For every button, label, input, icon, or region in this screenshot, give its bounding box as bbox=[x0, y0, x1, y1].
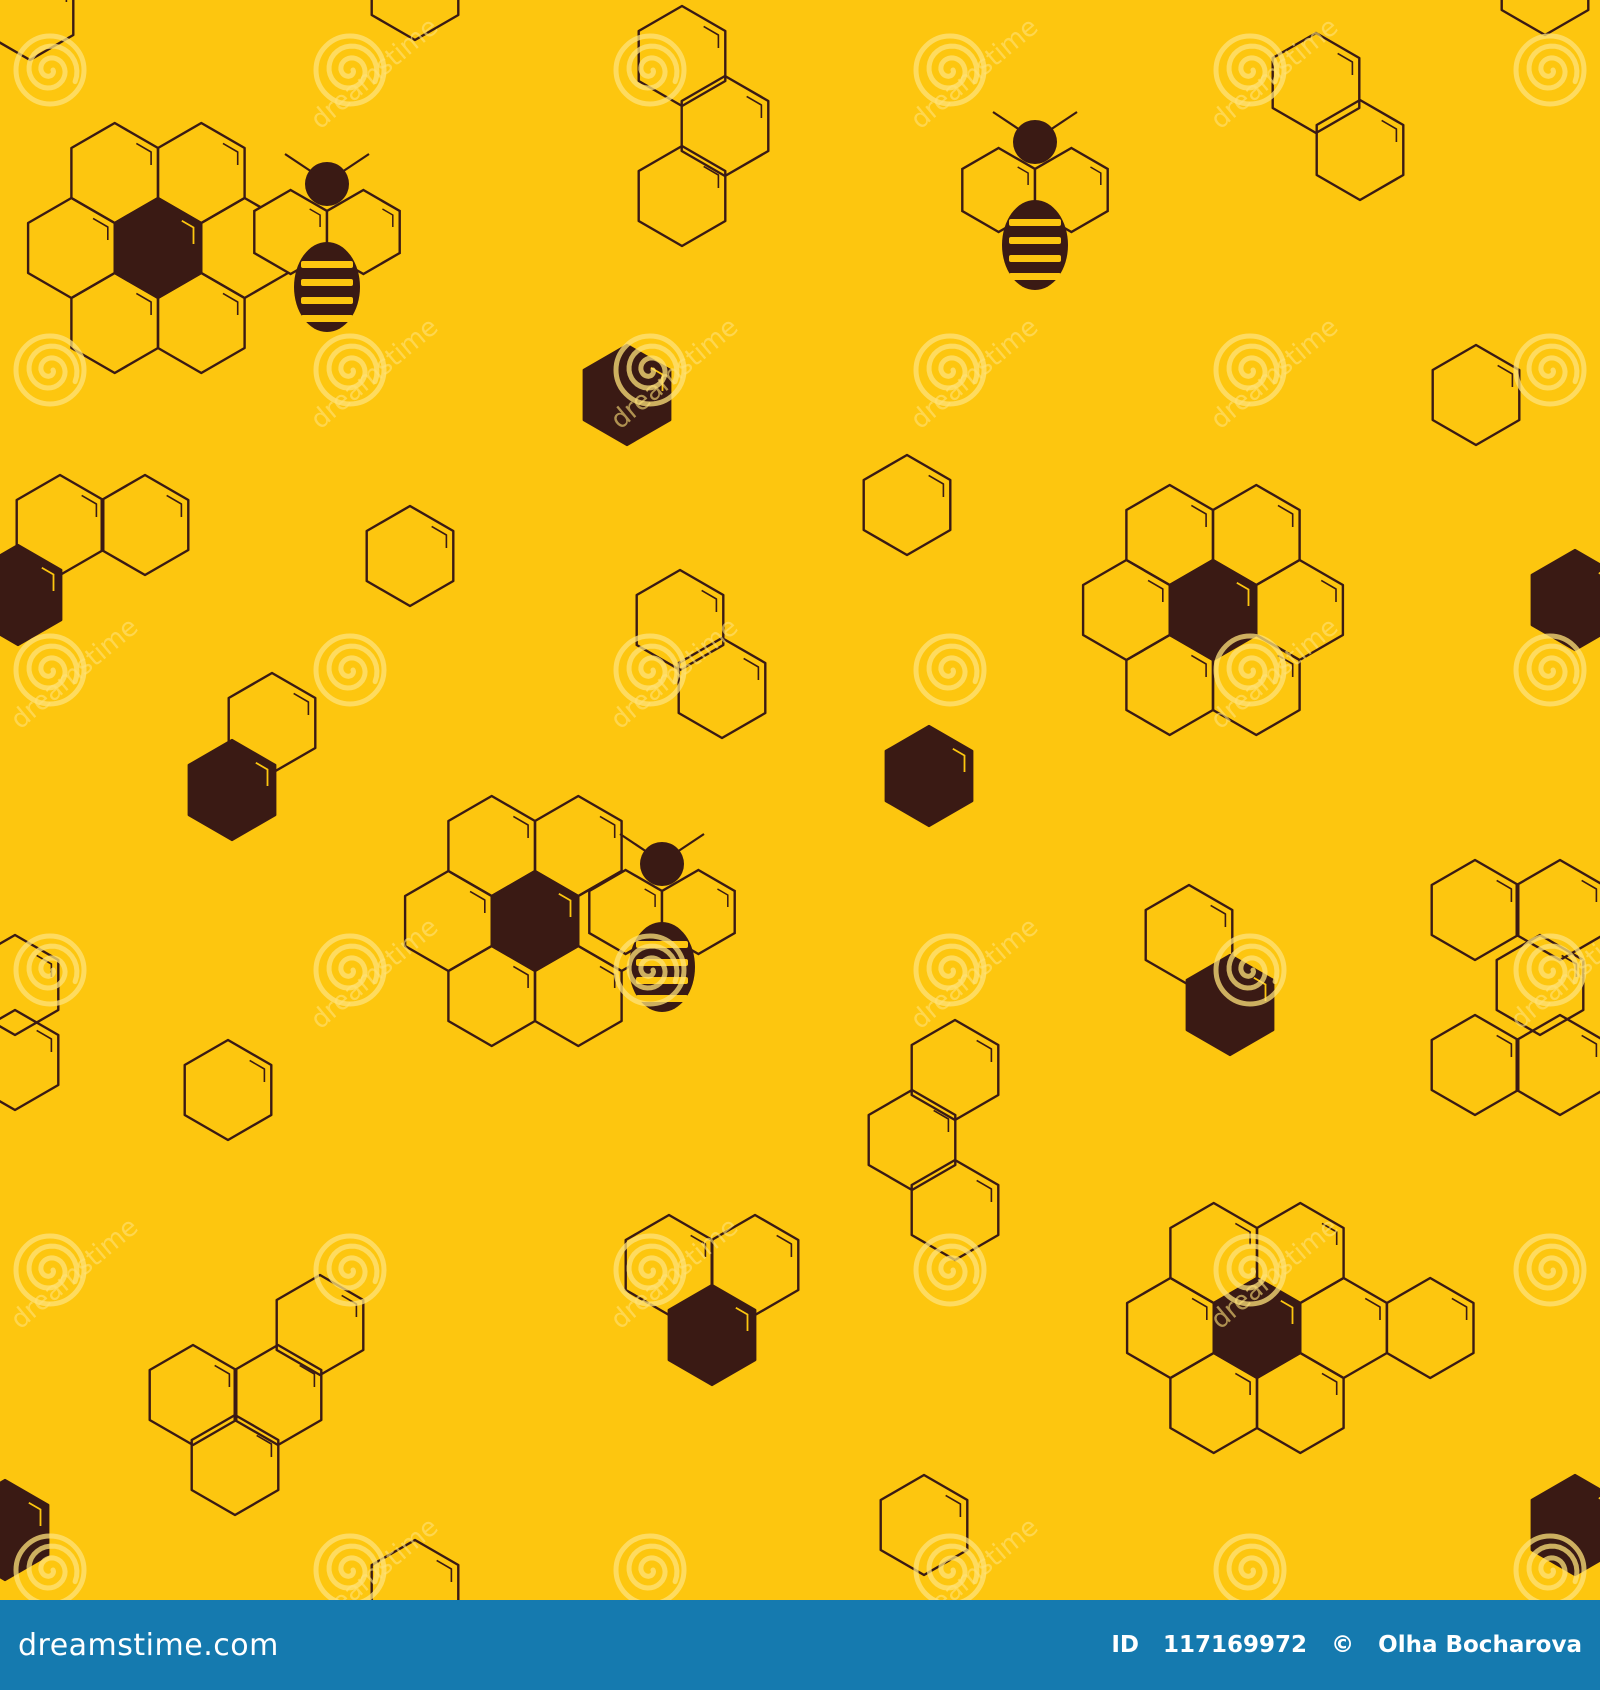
stock-footer-bar: dreamstime.com ID 117169972 © Olha Bocha… bbox=[0, 1600, 1600, 1690]
author-name: Olha Bocharova bbox=[1378, 1632, 1582, 1658]
copyright-icon: © bbox=[1331, 1632, 1355, 1658]
image-credit: ID 117169972 © Olha Bocharova bbox=[1111, 1632, 1582, 1658]
stock-image: dreamstime dreamstime dreamstime dreamstime… bbox=[0, 0, 1600, 1690]
image-id: 117169972 bbox=[1163, 1632, 1308, 1658]
honeycomb-bee-pattern: dreamstimedreamstimedreamstime dreamstime… bbox=[0, 0, 1600, 1600]
image-id-label: ID bbox=[1111, 1632, 1139, 1658]
site-brand: dreamstime.com bbox=[18, 1627, 279, 1663]
